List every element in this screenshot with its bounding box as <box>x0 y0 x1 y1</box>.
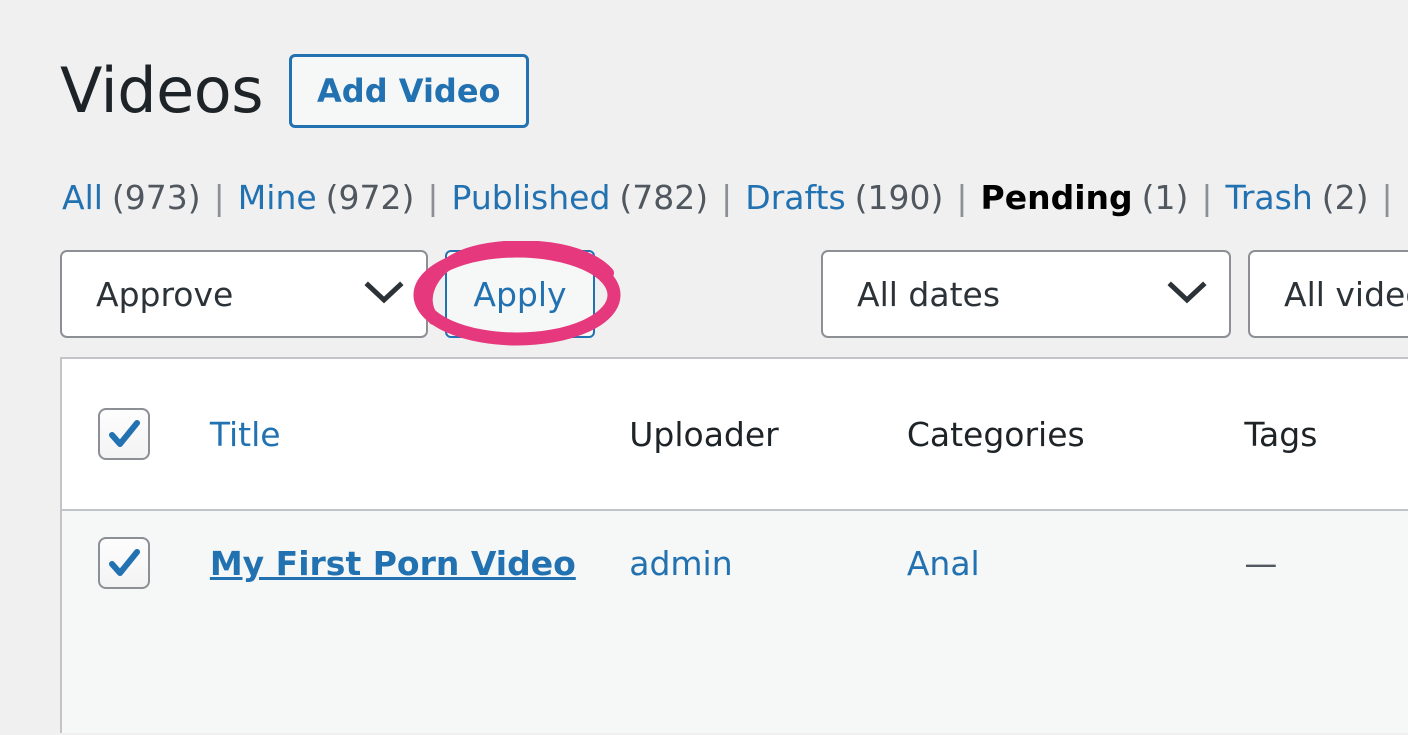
filter-link-trash[interactable]: Trash (2) <box>1226 178 1369 218</box>
page-title: Videos <box>60 54 264 127</box>
apply-button[interactable]: Apply <box>445 250 595 338</box>
add-video-button[interactable]: Add Video <box>289 54 529 128</box>
filter-link-published-label[interactable]: Published <box>452 178 611 218</box>
table-header-row: Title Uploader Categories Tags <box>62 359 1408 511</box>
filter-link-all-label[interactable]: All <box>62 178 103 218</box>
filter-separator: | <box>1201 178 1213 217</box>
filter-link-trash-label[interactable]: Trash <box>1226 178 1313 218</box>
filter-link-mine[interactable]: Mine (972) <box>238 178 415 218</box>
select-all-checkbox[interactable] <box>98 408 150 460</box>
apply-button-wrapper: Apply <box>413 241 621 346</box>
column-header-tags: Tags <box>1244 414 1318 454</box>
filter-separator: | <box>956 178 968 217</box>
row-title-cell: My First Porn Video <box>210 511 629 607</box>
page-header: Videos Add Video <box>60 44 529 138</box>
videos-list-table: Title Uploader Categories Tags My First … <box>60 357 1408 733</box>
row-tags-cell: — <box>1244 543 1278 583</box>
filter-link-mine-count: (972) <box>325 178 415 217</box>
row-select-cell <box>62 511 210 607</box>
filter-link-all-count: (973) <box>111 178 201 217</box>
filter-link-mine-label[interactable]: Mine <box>238 178 317 218</box>
bulk-action-select[interactable]: Approve <box>60 250 428 338</box>
filter-link-pending-label[interactable]: Pending <box>981 178 1133 218</box>
row-categories-cell: Anal <box>907 511 1245 607</box>
row-category-link[interactable]: Anal <box>907 544 980 583</box>
filter-link-pending[interactable]: Pending (1) <box>981 178 1189 218</box>
filter-separator: | <box>721 178 733 217</box>
status-filter-links: All (973) | Mine (972) | Published (782)… <box>62 178 1406 218</box>
column-header-categories: Categories <box>906 414 1085 454</box>
row-title-link[interactable]: My First Porn Video <box>210 544 576 583</box>
filter-link-drafts-count: (190) <box>854 178 944 217</box>
filter-link-trash-count: (2) <box>1321 178 1369 217</box>
filter-separator: | <box>427 178 439 217</box>
chevron-down-icon <box>1167 275 1207 314</box>
row-checkbox[interactable] <box>98 537 150 589</box>
table-toolbar: Approve Apply All dates All video catego… <box>60 241 1408 346</box>
row-uploader-cell: admin <box>629 511 907 607</box>
filter-link-drafts[interactable]: Drafts (190) <box>745 178 943 218</box>
category-filter-select[interactable]: All video categor <box>1248 250 1408 338</box>
chevron-down-icon <box>364 275 404 314</box>
filter-link-drafts-label[interactable]: Drafts <box>745 178 845 218</box>
column-header-uploader: Uploader <box>629 414 779 454</box>
filter-link-pending-count: (1) <box>1141 178 1189 217</box>
filter-link-all[interactable]: All (973) <box>62 178 201 218</box>
select-all-cell <box>62 408 210 460</box>
category-filter-selected-value: All video categor <box>1284 274 1408 314</box>
row-uploader-link[interactable]: admin <box>629 544 732 583</box>
table-row: My First Porn Video admin Anal — <box>62 511 1408 733</box>
filter-link-published-count: (782) <box>619 178 709 217</box>
bulk-action-selected-value: Approve <box>96 274 234 314</box>
date-filter-selected-value: All dates <box>857 274 1001 314</box>
filter-link-published[interactable]: Published (782) <box>452 178 709 218</box>
filter-separator: | <box>213 178 225 217</box>
column-header-title[interactable]: Title <box>210 415 629 454</box>
date-filter-select[interactable]: All dates <box>821 250 1231 338</box>
filter-separator: | <box>1381 178 1393 217</box>
